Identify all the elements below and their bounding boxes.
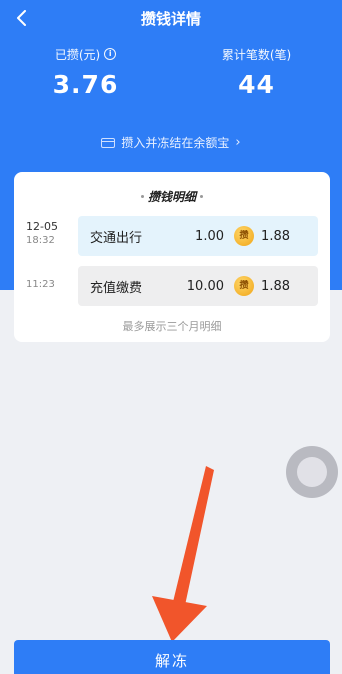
unfreeze-button[interactable]: 解冻 [14,640,330,674]
annotation-arrow-icon [152,466,214,642]
